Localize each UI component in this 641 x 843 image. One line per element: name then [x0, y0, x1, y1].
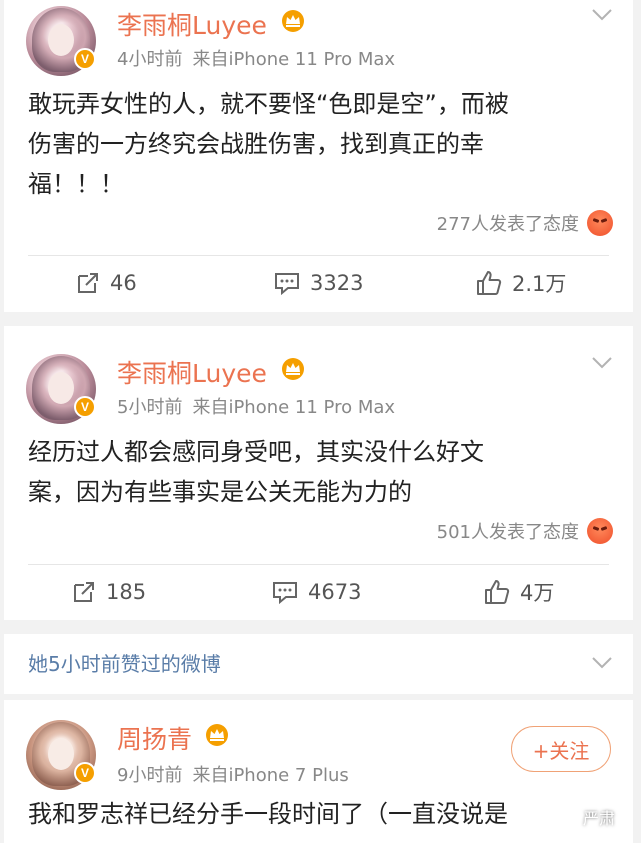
post-source: 来自iPhone 11 Pro Max	[192, 49, 396, 70]
angry-face-icon	[587, 518, 613, 544]
wechat-icon	[561, 810, 578, 824]
reactions-count: 501人发表了态度	[436, 522, 579, 543]
like-button[interactable]: 2.1万	[476, 260, 566, 306]
vip-crown-icon	[206, 724, 228, 746]
content-line: 经历过人都会感同身受吧，其实没什么好文	[28, 438, 484, 466]
repost-button[interactable]: 46	[76, 260, 137, 306]
thumbs-up-icon	[485, 580, 510, 604]
repost-count: 185	[106, 580, 147, 604]
author-name[interactable]: 李雨桐Luyee	[117, 354, 267, 390]
vip-crown-icon	[282, 358, 304, 380]
repost-icon	[78, 273, 98, 293]
post-meta: 4小时前 来自iPhone 11 Pro Max	[117, 45, 395, 71]
content-line: 敢玩弄女性的人，就不要怪“色即是空”，而被	[28, 90, 509, 118]
post-meta: 5小时前 来自iPhone 11 Pro Max	[117, 393, 395, 419]
post-meta: 9小时前 来自iPhone 7 Plus	[117, 761, 349, 787]
chevron-down-icon[interactable]	[591, 656, 613, 670]
content-line: 案，因为有些事实是公关无能为力的	[28, 478, 412, 506]
comment-count: 4673	[308, 580, 362, 604]
like-count: 4万	[520, 581, 555, 605]
liked-section-header[interactable]: 她5小时前赞过的微博	[4, 634, 633, 694]
post-header: V 李雨桐Luyee 4小时前 来自iPhone 11 Pro Max	[4, 0, 633, 80]
post-time: 9小时前	[117, 765, 183, 786]
watermark-text: 严肃	[582, 809, 615, 828]
post-source: 来自iPhone 11 Pro Max	[192, 397, 396, 418]
divider	[28, 564, 609, 565]
like-count: 2.1万	[512, 272, 567, 296]
post-content[interactable]: 经历过人都会感同身受吧，其实没什么好文 案，因为有些事实是公关无能为力的	[28, 432, 608, 512]
content-line: 福！！！	[28, 170, 124, 198]
post-time: 5小时前	[117, 397, 183, 418]
watermark: 严肃	[561, 805, 615, 829]
angry-face-icon	[587, 210, 613, 236]
follow-button[interactable]: +关注	[511, 726, 611, 772]
verified-badge-icon: V	[74, 762, 96, 784]
comment-icon	[273, 582, 297, 604]
comment-icon	[275, 273, 299, 295]
author-name[interactable]: 李雨桐Luyee	[117, 6, 267, 42]
post-header: V 周扬青 9小时前 来自iPhone 7 Plus +关注	[4, 714, 633, 794]
post-content[interactable]: 我和罗志祥已经分手一段时间了（一直没说是	[28, 794, 608, 834]
post-time: 4小时前	[117, 49, 183, 70]
chevron-down-icon[interactable]	[591, 356, 613, 370]
post-card-1: V 李雨桐Luyee 4小时前 来自iPhone 11 Pro Max 敢玩弄女性…	[4, 0, 633, 312]
reactions-count: 277人发表了态度	[436, 214, 579, 235]
chevron-down-icon[interactable]	[591, 8, 613, 22]
thumbs-up-icon	[477, 271, 502, 295]
verified-badge-icon: V	[74, 48, 96, 70]
like-button[interactable]: 4万	[484, 569, 554, 615]
content-line: 伤害的一方终究会战胜伤害，找到真正的幸	[28, 130, 484, 158]
content-line: 我和罗志祥已经分手一段时间了（一直没说是	[28, 800, 508, 828]
post-source: 来自iPhone 7 Plus	[192, 765, 349, 786]
liked-post-card: V 周扬青 9小时前 来自iPhone 7 Plus +关注 我和罗志祥已经分手一…	[4, 700, 633, 843]
repost-icon	[74, 582, 94, 602]
post-content[interactable]: 敢玩弄女性的人，就不要怪“色即是空”，而被 伤害的一方终究会战胜伤害，找到真正的…	[28, 84, 608, 204]
reactions-summary[interactable]: 277人发表了态度	[437, 210, 613, 236]
reactions-summary[interactable]: 501人发表了态度	[437, 518, 613, 544]
post-header: V 李雨桐Luyee 5小时前 来自iPhone 11 Pro Max	[4, 348, 633, 428]
comment-button[interactable]: 3323	[274, 260, 363, 306]
action-bar: 185 4673 4万	[4, 569, 633, 615]
vip-crown-icon	[282, 10, 304, 32]
comment-count: 3323	[310, 271, 364, 295]
action-bar: 46 3323 2.1万	[4, 260, 633, 306]
verified-badge-icon: V	[74, 396, 96, 418]
repost-count: 46	[110, 271, 137, 295]
author-name[interactable]: 周扬青	[117, 720, 192, 756]
liked-header-text: 她5小时前赞过的微博	[28, 652, 221, 676]
divider	[28, 255, 609, 256]
post-card-2: V 李雨桐Luyee 5小时前 来自iPhone 11 Pro Max 经历过人都…	[4, 326, 633, 620]
repost-button[interactable]: 185	[72, 569, 146, 615]
comment-button[interactable]: 4673	[272, 569, 361, 615]
